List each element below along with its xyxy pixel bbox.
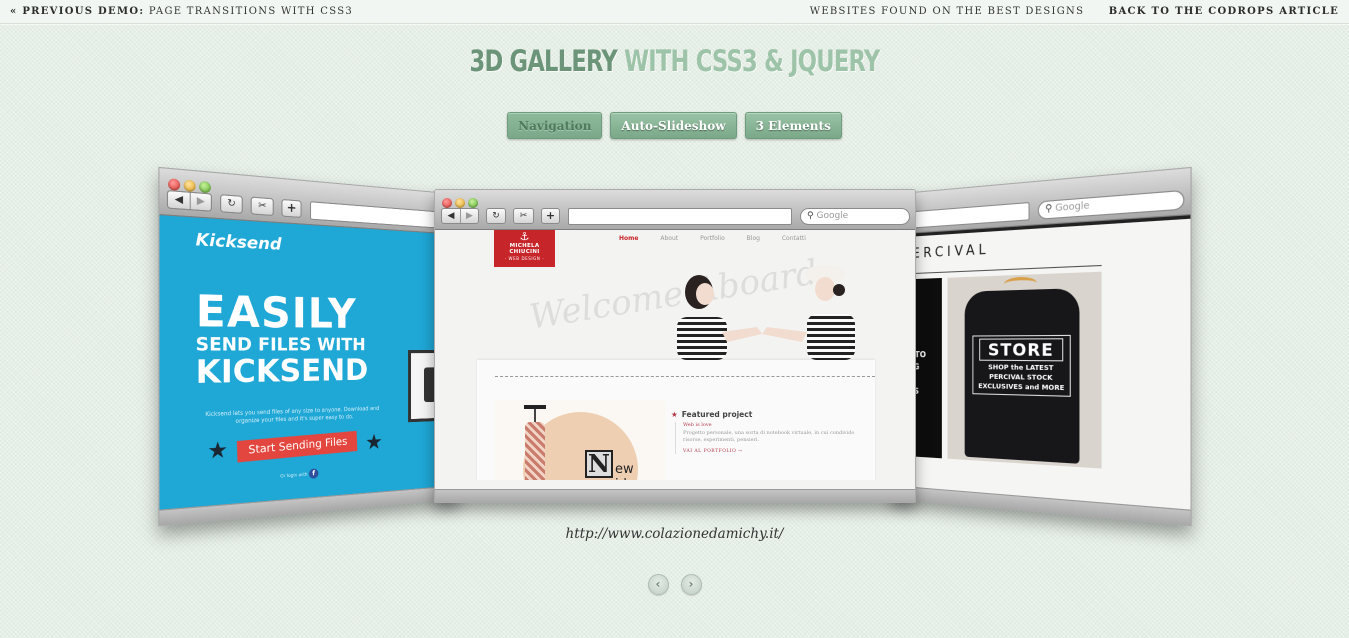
- search-icon: ⚲: [807, 211, 814, 221]
- site-menu: Home About Portfolio Blog Contatti: [619, 235, 826, 242]
- star-icon: ★: [365, 428, 383, 455]
- facebook-icon: f: [308, 468, 319, 479]
- hero-line-1: EASILY: [195, 285, 357, 338]
- divider: [495, 376, 875, 377]
- percival-site-preview: PERCIVAL nal E'VE N UP TO NNING DEOS CEN…: [890, 215, 1191, 510]
- slide-url-caption[interactable]: http://www.colazionedamichy.it/: [0, 526, 1349, 542]
- logo-name: MICHELA CHIUCINI: [509, 243, 540, 255]
- featured-image: N ew idea: [495, 400, 665, 480]
- back-arrow-icon: ◀: [447, 211, 455, 221]
- store-sign: STORE SHOP the LATEST PERCIVAL STOCK EXC…: [972, 334, 1071, 397]
- facebook-login-text: Or login with: [280, 471, 308, 479]
- gallery: ◀ ▶ ↻ ✂ + Kicksend EASILY SEND FILES WITH…: [0, 0, 1349, 638]
- add-tab-icon: +: [281, 198, 302, 219]
- menu-item-home: Home: [619, 235, 639, 242]
- star-icon: ★: [207, 435, 229, 465]
- featured-heading-text: Featured project: [681, 410, 753, 419]
- reload-icon: ↻: [486, 208, 506, 224]
- start-sending-files-button: Start Sending Files: [236, 430, 358, 462]
- snip-icon: ✂: [513, 208, 534, 224]
- kicksend-site-preview: Kicksend EASILY SEND FILES WITH KICKSEND…: [159, 215, 460, 510]
- snip-icon: ✂: [250, 196, 274, 217]
- kicksend-hero: EASILY SEND FILES WITH KICKSEND: [195, 285, 369, 392]
- forward-arrow-icon: ▶: [460, 209, 478, 223]
- image-text: ew idea: [615, 462, 643, 480]
- featured-description: Progetto personale, una sorta di noteboo…: [683, 430, 855, 443]
- featured-body: Web is love Progetto personale, una sort…: [675, 422, 871, 454]
- menu-item-contatti: Contatti: [781, 235, 806, 242]
- back-forward-buttons: ◀ ▶: [441, 208, 479, 224]
- zoom-light-icon: [199, 180, 211, 194]
- facebook-login: Or login with f: [280, 468, 319, 480]
- jacket-photo: STORE SHOP the LATEST PERCIVAL STOCK EXC…: [947, 271, 1102, 469]
- kicksend-cta-row: ★ Start Sending Files ★: [207, 429, 382, 465]
- close-light-icon: [442, 198, 452, 208]
- reload-icon: ↻: [220, 194, 243, 214]
- jacket-illustration: STORE SHOP the LATEST PERCIVAL STOCK EXC…: [964, 288, 1080, 464]
- hero-illustration: [677, 265, 855, 360]
- featured-project: ★ Featured project Web is love Progetto p…: [671, 410, 871, 454]
- menu-item-portfolio: Portfolio: [700, 235, 725, 242]
- image-letter: N: [585, 450, 613, 478]
- michela-logo: ⚓ MICHELA CHIUCINI · WEB DESIGN ·: [494, 230, 555, 267]
- logo-subtitle: · WEB DESIGN ·: [504, 256, 545, 261]
- previous-slide-button[interactable]: ‹: [647, 574, 669, 595]
- store-sign-line: EXCLUSIVES and MORE: [978, 381, 1065, 393]
- featured-subtitle: Web is love: [683, 422, 712, 428]
- back-arrow-icon: ◀: [174, 194, 184, 207]
- hanger-icon: [524, 405, 546, 422]
- add-tab-icon: +: [541, 208, 560, 224]
- minimize-light-icon: [455, 198, 465, 208]
- search-icon: ⚲: [1045, 203, 1053, 215]
- close-light-icon: [168, 178, 181, 191]
- featured-heading: ★ Featured project: [671, 410, 871, 419]
- address-bar: [310, 201, 455, 230]
- search-bar: ⚲ Google: [800, 208, 910, 225]
- dress-illustration: [525, 422, 545, 480]
- michela-site-preview: ⚓ MICHELA CHIUCINI · WEB DESIGN · Home A…: [435, 230, 915, 489]
- minimize-light-icon: [183, 179, 196, 193]
- gallery-slide-left[interactable]: ◀ ▶ ↻ ✂ + Kicksend EASILY SEND FILES WITH…: [158, 166, 460, 527]
- search-placeholder: Google: [816, 211, 849, 221]
- zoom-light-icon: [468, 198, 478, 208]
- back-forward-buttons: ◀ ▶: [166, 189, 212, 212]
- menu-item-blog: Blog: [746, 235, 760, 242]
- gallery-slide-center[interactable]: ◀ ▶ ↻ ✂ + ⚲ Google ⚓ MICHELA CHIUCINI · W…: [434, 189, 916, 503]
- kicksend-blurb: Kicksend lets you send files of any size…: [205, 405, 380, 426]
- anchor-icon: ⚓: [519, 230, 530, 243]
- search-placeholder: Google: [1055, 200, 1090, 215]
- gallery-navigation: ‹ ›: [0, 574, 1349, 595]
- portfolio-link: VAI AL PORTFOLIO →: [683, 449, 743, 454]
- gallery-slide-right[interactable]: ⚲ Google PERCIVAL nal E'VE N UP TO NNING…: [890, 166, 1192, 527]
- star-icon: ★: [671, 410, 678, 419]
- store-sign-title: STORE: [979, 338, 1064, 362]
- browser-chrome: ◀ ▶ ↻ ✂ + ⚲ Google: [435, 190, 915, 230]
- next-slide-button[interactable]: ›: [680, 574, 702, 595]
- hero-line-2: SEND FILES WITH: [195, 333, 366, 356]
- hero-line-3: KICKSEND: [195, 352, 369, 392]
- kicksend-logo: Kicksend: [195, 229, 282, 255]
- address-bar: [568, 208, 792, 225]
- hanger-icon: [1004, 276, 1037, 291]
- forward-arrow-icon: ▶: [189, 192, 211, 211]
- browser-status-bar: [435, 489, 915, 502]
- search-bar: ⚲ Google: [1037, 189, 1185, 220]
- menu-item-about: About: [660, 235, 679, 242]
